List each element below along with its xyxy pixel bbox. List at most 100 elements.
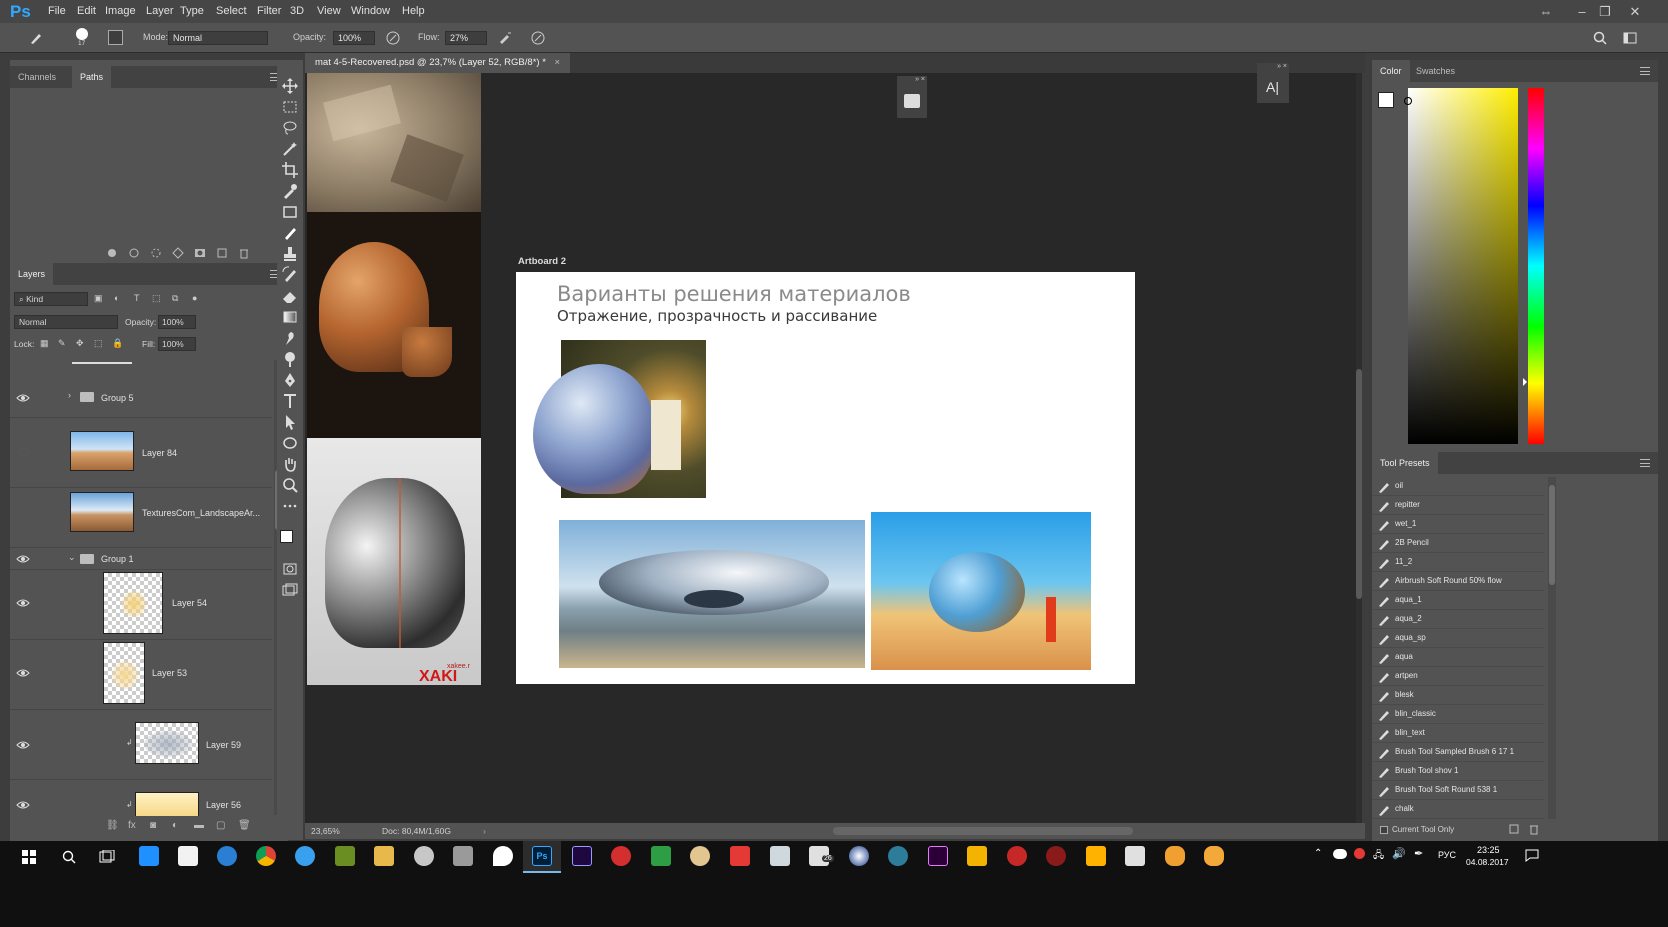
trash-icon[interactable]: [1528, 823, 1540, 835]
marquee-tool-icon[interactable]: [281, 98, 299, 116]
app-icon-person[interactable]: [1125, 846, 1145, 866]
edge-icon[interactable]: [139, 846, 159, 866]
tab-channels[interactable]: Channels: [10, 66, 64, 88]
panel-menu-icon[interactable]: [1640, 67, 1650, 75]
smudge-tool-icon[interactable]: [281, 329, 299, 347]
blend-mode-select[interactable]: Normal: [14, 315, 118, 329]
new-preset-icon[interactable]: [1508, 823, 1520, 835]
app-icon-m[interactable]: [967, 846, 987, 866]
make-path-icon[interactable]: [172, 247, 184, 259]
flow-input[interactable]: 27%: [445, 31, 487, 45]
layer-row-layer-54[interactable]: Layer 54: [10, 570, 272, 640]
foreground-color-swatch[interactable]: [1378, 92, 1394, 108]
tab-tool-presets[interactable]: Tool Presets: [1372, 452, 1438, 474]
adjustment-filter-icon[interactable]: ◐: [114, 293, 119, 303]
add-mask-icon[interactable]: ◙: [150, 820, 156, 831]
artboard[interactable]: [516, 272, 1135, 684]
fx-icon[interactable]: fx: [128, 820, 136, 831]
preset-item[interactable]: blesk: [1372, 686, 1544, 705]
preset-item[interactable]: blin_classic: [1372, 705, 1544, 724]
canvas-vertical-scrollbar[interactable]: [1356, 73, 1362, 823]
trash-icon[interactable]: [238, 247, 250, 259]
tab-layers[interactable]: Layers: [10, 263, 54, 285]
preset-item[interactable]: repitter: [1372, 496, 1544, 515]
workspace-icon[interactable]: [1622, 30, 1638, 46]
layer-row-layer-59[interactable]: ↲ Layer 59: [10, 710, 272, 780]
histogram-icon[interactable]: [904, 94, 920, 108]
lock-artboard-icon[interactable]: ⬚: [94, 338, 103, 349]
after-effects-icon[interactable]: [572, 846, 592, 866]
app-icon-record[interactable]: [1007, 846, 1027, 866]
doc-info[interactable]: Doc: 80,4M/1,60G: [382, 823, 451, 839]
preset-item[interactable]: aqua_1: [1372, 591, 1544, 610]
tool-presets-scrollbar[interactable]: [1548, 477, 1556, 819]
move-tool-icon[interactable]: [281, 77, 299, 95]
tab-paths[interactable]: Paths: [72, 66, 112, 88]
fill-path-icon[interactable]: [106, 247, 118, 259]
chevron-right-icon[interactable]: ›: [68, 390, 71, 400]
scrollbar-thumb[interactable]: [1549, 485, 1555, 585]
scrollbar-thumb[interactable]: [1356, 369, 1362, 599]
onedrive-icon[interactable]: [1333, 849, 1347, 859]
teamviewer-icon[interactable]: [217, 846, 237, 866]
chevron-down-icon[interactable]: ⌄: [68, 552, 76, 563]
layers-opacity-input[interactable]: 100%: [158, 315, 196, 329]
brush-panel-toggle-icon[interactable]: [108, 30, 123, 45]
app-icon-orange[interactable]: [1165, 846, 1185, 866]
menu-view[interactable]: View: [317, 0, 341, 23]
menu-help[interactable]: Help: [402, 0, 425, 23]
menu-window[interactable]: Window: [351, 0, 390, 23]
menu-filter[interactable]: Filter: [257, 0, 281, 23]
preset-item[interactable]: Brush Tool Sampled Brush 6 17 1: [1372, 743, 1544, 762]
preset-item[interactable]: blin_text: [1372, 724, 1544, 743]
gradient-tool-icon[interactable]: [281, 308, 299, 326]
screen-mode-icon[interactable]: [281, 581, 299, 599]
more-tools-icon[interactable]: [281, 497, 299, 515]
load-selection-icon[interactable]: [150, 247, 162, 259]
frame-tool-icon[interactable]: [281, 203, 299, 221]
maps-pin-icon[interactable]: [493, 846, 513, 866]
windows-start-icon[interactable]: [22, 850, 36, 864]
zoom-level[interactable]: 23,65%: [311, 823, 340, 839]
adjustment-layer-icon[interactable]: ◐: [172, 820, 178, 831]
eye-icon[interactable]: [16, 554, 30, 564]
eraser-tool-icon[interactable]: [281, 287, 299, 305]
eye-icon[interactable]: [16, 740, 30, 750]
lock-image-icon[interactable]: ✎: [58, 338, 66, 349]
app-icon-blue[interactable]: [295, 846, 315, 866]
type-tool-icon[interactable]: [281, 392, 299, 410]
app-icon-red[interactable]: [611, 846, 631, 866]
pressure-opacity-icon[interactable]: [385, 30, 401, 46]
photoshop-icon[interactable]: Ps: [532, 846, 552, 866]
visibility-off-box[interactable]: [20, 508, 28, 516]
magic-wand-tool-icon[interactable]: [281, 140, 299, 158]
preset-item[interactable]: 11_2: [1372, 553, 1544, 572]
lock-all-icon[interactable]: 🔒: [112, 338, 123, 349]
app-icon-face[interactable]: [690, 846, 710, 866]
arrange-icon[interactable]: ⇔: [1531, 0, 1561, 23]
lock-transparent-icon[interactable]: ▦: [40, 338, 49, 349]
ellipse-tool-icon[interactable]: [281, 434, 299, 452]
shape-filter-icon[interactable]: ⬚: [152, 293, 161, 304]
brush-tool-icon[interactable]: [28, 30, 44, 46]
app-icon-image[interactable]: [651, 846, 671, 866]
layer-row-group-1[interactable]: ⌄ Group 1: [10, 548, 272, 570]
notification-center-icon[interactable]: [1525, 849, 1539, 862]
app-icon-green[interactable]: [335, 846, 355, 866]
layer-filter-select[interactable]: ⌕ Kind: [14, 292, 88, 306]
new-layer-icon[interactable]: ▢: [216, 820, 225, 831]
volume-icon[interactable]: 🔊: [1392, 847, 1406, 860]
eye-icon[interactable]: [16, 668, 30, 678]
pen-workspace-icon[interactable]: ✒: [1414, 847, 1423, 860]
menu-3d[interactable]: 3D: [290, 0, 304, 23]
hue-slider[interactable]: [1523, 88, 1544, 444]
app-icon-f[interactable]: [1086, 846, 1106, 866]
close-button[interactable]: ✕: [1620, 0, 1650, 23]
app-icon-film[interactable]: [770, 846, 790, 866]
eye-icon[interactable]: [16, 598, 30, 608]
lasso-tool-icon[interactable]: [281, 119, 299, 137]
preset-item[interactable]: aqua_sp: [1372, 629, 1544, 648]
type-filter-icon[interactable]: T: [134, 293, 140, 303]
layer-row-layer-84[interactable]: Layer 84: [10, 418, 272, 488]
search-icon[interactable]: [62, 850, 76, 864]
